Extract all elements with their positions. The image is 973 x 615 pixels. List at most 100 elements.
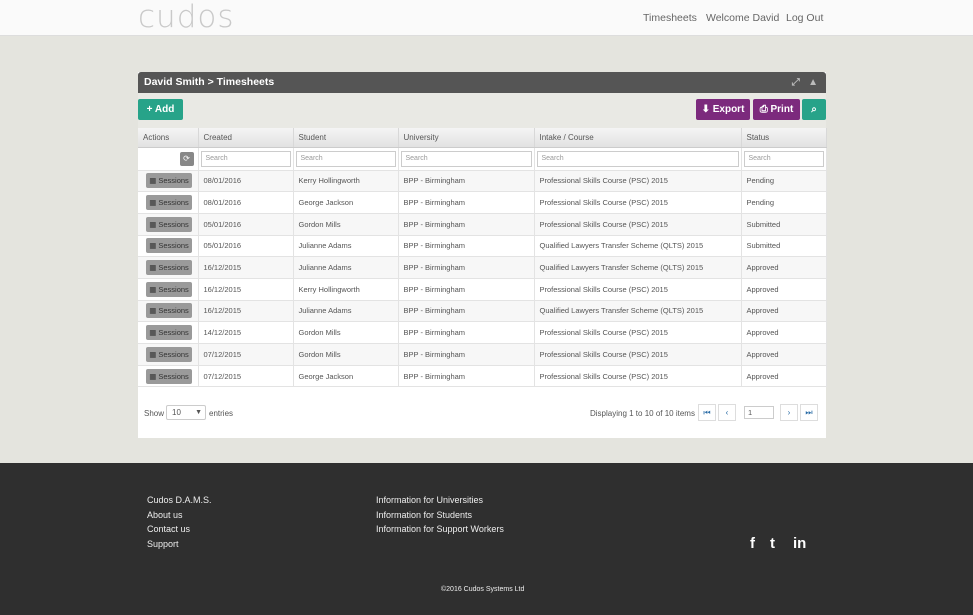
last-page-button[interactable]: ⏭: [800, 404, 818, 421]
sessions-button[interactable]: ▦ Sessions: [146, 195, 192, 211]
first-page-icon: ⏮: [703, 408, 711, 417]
cell-intake-course: Professional Skills Course (PSC) 2015: [534, 321, 742, 344]
cell-student: Gordon Mills: [293, 343, 399, 366]
sessions-button[interactable]: ▦ Sessions: [146, 238, 192, 254]
sessions-label: Sessions: [158, 219, 189, 229]
filter-intake-course[interactable]: Search: [536, 150, 739, 167]
cell-student: Gordon Mills: [293, 213, 399, 236]
filter-university[interactable]: Search: [400, 150, 532, 167]
cell-university: BPP - Birmingham: [398, 278, 535, 301]
footer-link-support-workers[interactable]: Information for Support Workers: [376, 524, 504, 534]
top-bar: cudos Timesheets Welcome David Log Out: [0, 0, 973, 36]
cudos-logo[interactable]: cudos: [138, 0, 263, 35]
cell-intake-course: Professional Skills Course (PSC) 2015: [534, 278, 742, 301]
nav-timesheets[interactable]: Timesheets: [643, 12, 697, 24]
col-university[interactable]: University: [398, 128, 535, 148]
export-button[interactable]: ⬇ Export: [696, 99, 750, 120]
facebook-icon[interactable]: f: [750, 535, 755, 552]
cell-status: Pending: [741, 170, 827, 193]
panel-controls[interactable]: ⤢ ▲: [792, 72, 818, 93]
table-row: ▦ Sessions 08/01/2016 George Jackson BPP - …: [138, 191, 827, 214]
footer-link-students[interactable]: Information for Students: [376, 510, 472, 520]
collapse-icon[interactable]: ▲: [808, 77, 818, 88]
table-row: ▦ Sessions 16/12/2015 Julianne Adams BPP - …: [138, 256, 827, 279]
table-row: ▦ Sessions 05/01/2016 Gordon Mills BPP - Bi…: [138, 213, 827, 236]
cell-student: Gordon Mills: [293, 321, 399, 344]
page-input[interactable]: 1: [744, 406, 774, 419]
col-actions[interactable]: Actions: [138, 128, 199, 148]
cell-created: 07/12/2015: [198, 343, 294, 366]
sessions-label: Sessions: [158, 371, 189, 381]
logo-text: cudos: [138, 0, 235, 35]
cell-status: Submitted: [741, 235, 827, 258]
chevron-right-icon: ›: [787, 408, 791, 417]
page-size-select[interactable]: 10 ▼: [166, 405, 206, 420]
cell-student: Julianne Adams: [293, 256, 399, 279]
cell-intake-course: Professional Skills Course (PSC) 2015: [534, 170, 742, 193]
sessions-label: Sessions: [158, 176, 189, 186]
caret-down-icon: ▼: [195, 409, 202, 416]
search-button[interactable]: ⌕: [802, 99, 826, 120]
sessions-button[interactable]: ▦ Sessions: [146, 303, 192, 319]
prev-page-button[interactable]: ‹: [718, 404, 736, 421]
breadcrumb: David Smith > Timesheets: [144, 76, 275, 88]
chevron-left-icon: ‹: [725, 408, 729, 417]
expand-icon[interactable]: ⤢: [792, 77, 800, 88]
cell-university: BPP - Birmingham: [398, 256, 535, 279]
col-intake-course[interactable]: Intake / Course: [534, 128, 742, 148]
twitter-icon[interactable]: t: [770, 535, 775, 552]
sessions-button[interactable]: ▦ Sessions: [146, 173, 192, 189]
sessions-button[interactable]: ▦ Sessions: [146, 281, 192, 297]
cell-student: Julianne Adams: [293, 235, 399, 258]
cell-status: Approved: [741, 343, 827, 366]
table-row: ▦ Sessions 07/12/2015 George Jackson BPP - …: [138, 365, 827, 388]
sessions-button[interactable]: ▦ Sessions: [146, 346, 192, 362]
filter-created[interactable]: Search: [200, 150, 291, 167]
sessions-label: Sessions: [158, 328, 189, 338]
cell-university: BPP - Birmingham: [398, 365, 535, 388]
filter-row: ⟳ Search Search Search Search Search: [138, 147, 827, 171]
cell-university: BPP - Birmingham: [398, 235, 535, 258]
table-row: ▦ Sessions 05/01/2016 Julianne Adams BPP - …: [138, 235, 827, 258]
filter-status[interactable]: Search: [743, 150, 824, 167]
cell-intake-course: Professional Skills Course (PSC) 2015: [534, 213, 742, 236]
footer-link-support[interactable]: Support: [147, 539, 179, 549]
cell-university: BPP - Birmingham: [398, 343, 535, 366]
cell-university: BPP - Birmingham: [398, 321, 535, 344]
first-page-button[interactable]: ⏮: [698, 404, 716, 421]
sessions-button[interactable]: ▦ Sessions: [146, 260, 192, 276]
cell-status: Approved: [741, 365, 827, 388]
table-row: ▦ Sessions 16/12/2015 Kerry Hollingworth BP…: [138, 278, 827, 301]
add-button[interactable]: + Add: [138, 99, 183, 120]
timesheets-panel: David Smith > Timesheets ⤢ ▲ + Add ⬇ Exp…: [138, 72, 827, 438]
footer-link-cudos-dams[interactable]: Cudos D.A.M.S.: [147, 495, 212, 505]
table-row: ▦ Sessions 16/12/2015 Julianne Adams BPP - …: [138, 300, 827, 323]
entries-label: entries: [209, 409, 234, 418]
next-page-button[interactable]: ›: [780, 404, 798, 421]
footer-link-contact[interactable]: Contact us: [147, 524, 190, 534]
nav-logout[interactable]: Log Out: [786, 12, 823, 24]
nav-welcome[interactable]: Welcome David: [706, 12, 779, 24]
cell-created: 16/12/2015: [198, 300, 294, 323]
cell-intake-course: Qualified Lawyers Transfer Scheme (QLTS)…: [534, 256, 742, 279]
cell-intake-course: Qualified Lawyers Transfer Scheme (QLTS)…: [534, 300, 742, 323]
cell-student: Kerry Hollingworth: [293, 170, 399, 193]
footer-link-universities[interactable]: Information for Universities: [376, 495, 483, 505]
footer-link-about[interactable]: About us: [147, 510, 183, 520]
sessions-button[interactable]: ▦ Sessions: [146, 368, 192, 384]
print-button[interactable]: ⎙ Print: [753, 99, 800, 120]
filter-student[interactable]: Search: [295, 150, 396, 167]
sessions-button[interactable]: ▦ Sessions: [146, 325, 192, 341]
sessions-button[interactable]: ▦ Sessions: [146, 216, 192, 232]
sessions-label: Sessions: [158, 263, 189, 273]
table-row: ▦ Sessions 07/12/2015 Gordon Mills BPP - Bi…: [138, 343, 827, 366]
col-created[interactable]: Created: [198, 128, 294, 148]
refresh-icon[interactable]: ⟳: [179, 151, 194, 166]
sessions-label: Sessions: [158, 349, 189, 359]
col-status[interactable]: Status: [741, 128, 827, 148]
linkedin-icon[interactable]: in: [793, 535, 806, 552]
cell-student: George Jackson: [293, 191, 399, 214]
cell-student: Kerry Hollingworth: [293, 278, 399, 301]
cell-created: 08/01/2016: [198, 191, 294, 214]
col-student[interactable]: Student: [293, 128, 399, 148]
